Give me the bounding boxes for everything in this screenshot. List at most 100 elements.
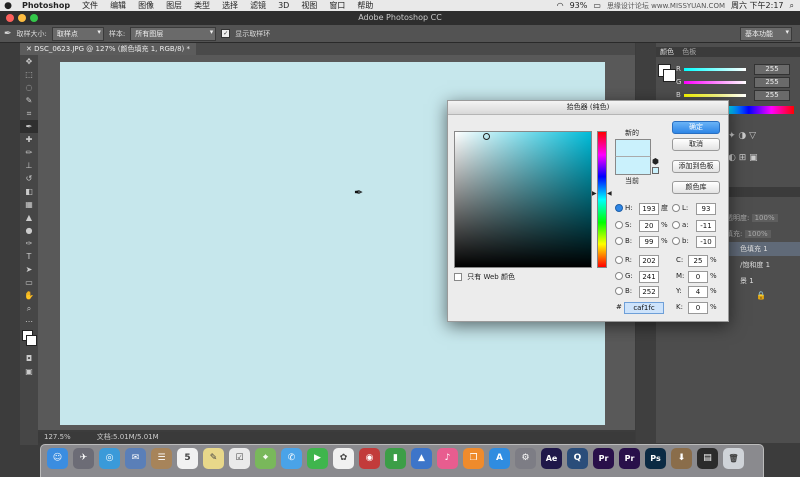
lab-l-input[interactable]: 93 xyxy=(696,203,716,215)
history-brush-icon[interactable]: ↺ xyxy=(20,172,38,185)
lab-b-input[interactable]: -10 xyxy=(696,236,716,248)
mail-icon[interactable]: ✉ xyxy=(125,448,146,469)
menu-type[interactable]: 类型 xyxy=(188,0,216,11)
saturation-radio[interactable] xyxy=(615,221,623,229)
crop-tool-icon[interactable]: ⌗ xyxy=(20,107,38,120)
green-slider[interactable] xyxy=(684,81,746,84)
menu-file[interactable]: 文件 xyxy=(76,0,104,11)
blue-slider[interactable] xyxy=(684,94,746,97)
green-input[interactable]: 241 xyxy=(639,271,659,283)
close-tab-icon[interactable]: ✕ xyxy=(26,45,32,53)
add-to-swatches-button[interactable]: 添加到色板 xyxy=(672,160,720,173)
blue-input[interactable]: 252 xyxy=(639,286,659,298)
green-radio[interactable] xyxy=(615,272,623,280)
apple-icon[interactable]: ● xyxy=(0,1,16,11)
adjustment-icons[interactable]: ✦ ◑ ▽ xyxy=(728,131,756,141)
finder-icon[interactable]: ☺ xyxy=(47,448,68,469)
adjustment-icons-row-2[interactable]: ◐ ⊞ ▣ xyxy=(728,153,758,163)
ok-button[interactable]: 确定 xyxy=(672,121,720,134)
tab-color[interactable]: 颜色 xyxy=(660,48,674,56)
hue-radio[interactable] xyxy=(615,204,623,212)
red-value[interactable]: 255 xyxy=(754,64,790,75)
web-colors-only-row[interactable]: 只有 Web 颜色 xyxy=(454,272,515,282)
color-panel-bg-swatch[interactable] xyxy=(663,69,676,82)
menu-select[interactable]: 选择 xyxy=(216,0,244,11)
black-input[interactable]: 0 xyxy=(688,302,708,314)
yellow-input[interactable]: 4 xyxy=(688,286,708,298)
opacity-value[interactable]: 100% xyxy=(751,214,778,222)
premiere-icon[interactable]: Pr xyxy=(593,448,614,469)
pen-tool-icon[interactable]: ✑ xyxy=(20,237,38,250)
hex-input[interactable]: caf1fc xyxy=(624,302,664,314)
red-input[interactable]: 202 xyxy=(639,255,659,267)
lab-b-radio[interactable] xyxy=(672,237,680,245)
photo-booth-icon[interactable]: ◉ xyxy=(359,448,380,469)
hue-input[interactable]: 193 xyxy=(639,203,659,215)
clone-stamp-icon[interactable]: ⊥ xyxy=(20,159,38,172)
lasso-tool-icon[interactable]: ◌ xyxy=(20,81,38,94)
wifi-icon[interactable]: ◠ xyxy=(557,1,564,10)
menu-app-name[interactable]: Photoshop xyxy=(16,1,76,10)
menu-image[interactable]: 图像 xyxy=(132,0,160,11)
cancel-button[interactable]: 取消 xyxy=(672,138,720,151)
gradient-tool-icon[interactable]: ▦ xyxy=(20,198,38,211)
zoom-level[interactable]: 127.5% xyxy=(44,432,71,443)
menu-filter[interactable]: 滤镜 xyxy=(244,0,272,11)
extra-tools-icon[interactable]: ⋯ xyxy=(20,315,38,328)
menu-help[interactable]: 帮助 xyxy=(351,0,379,11)
fill-value[interactable]: 100% xyxy=(744,230,771,238)
sample-layers-select[interactable]: 所有图层 xyxy=(130,26,217,41)
color-swatches[interactable] xyxy=(20,328,38,352)
document-tab[interactable]: ✕ DSC_0623.JPG @ 127% (颜色填充 1, RGB/8) * xyxy=(20,43,196,55)
zoom-tool-icon[interactable]: ⌕ xyxy=(20,302,38,315)
downloads-icon[interactable]: ⬇ xyxy=(671,448,692,469)
battery-percent[interactable]: 93% xyxy=(570,1,588,10)
quick-mask-icon[interactable]: ◘ xyxy=(20,352,38,365)
shape-tool-icon[interactable]: ▭ xyxy=(20,276,38,289)
trash-icon[interactable]: 🗑 xyxy=(723,448,744,469)
contacts-icon[interactable]: ☰ xyxy=(151,448,172,469)
screen-mode-icon[interactable]: ▣ xyxy=(20,365,38,378)
green-value[interactable]: 255 xyxy=(754,77,790,88)
web-colors-only-checkbox[interactable] xyxy=(454,273,462,281)
lab-l-radio[interactable] xyxy=(672,204,680,212)
saturation-input[interactable]: 20 xyxy=(639,220,659,232)
red-slider[interactable] xyxy=(684,68,746,71)
quick-select-tool-icon[interactable]: ✎ xyxy=(20,94,38,107)
healing-brush-icon[interactable]: ✚ xyxy=(20,133,38,146)
path-select-icon[interactable]: ➤ xyxy=(20,263,38,276)
color-libraries-button[interactable]: 颜色库 xyxy=(672,181,720,194)
eraser-tool-icon[interactable]: ◧ xyxy=(20,185,38,198)
tab-swatches[interactable]: 色板 xyxy=(682,48,696,56)
after-effects-icon[interactable]: Ae xyxy=(541,448,562,469)
saturation-brightness-field[interactable] xyxy=(454,131,592,268)
hue-slider-right-arrow-icon[interactable]: ◀ xyxy=(607,190,612,197)
current-color-swatch[interactable] xyxy=(615,156,651,175)
facetime-icon[interactable]: ▶ xyxy=(307,448,328,469)
itunes-icon[interactable]: ♪ xyxy=(437,448,458,469)
clock[interactable]: 周六 下午2:17 xyxy=(731,0,784,11)
type-tool-icon[interactable]: T xyxy=(20,250,38,263)
menu-view[interactable]: 视图 xyxy=(295,0,323,11)
launchpad-icon[interactable]: ✈ xyxy=(73,448,94,469)
ibooks-icon[interactable]: ❐ xyxy=(463,448,484,469)
red-radio[interactable] xyxy=(615,256,623,264)
maps-icon[interactable]: ⌖ xyxy=(255,448,276,469)
eyedropper-tool-icon[interactable]: ✒ xyxy=(4,29,12,39)
blue-radio[interactable] xyxy=(615,287,623,295)
move-tool-icon[interactable]: ✥ xyxy=(20,55,38,68)
magenta-input[interactable]: 0 xyxy=(688,271,708,283)
premiere-alt-icon[interactable]: Pr xyxy=(619,448,640,469)
quicktime-icon[interactable]: Q xyxy=(567,448,588,469)
photos-icon[interactable]: ✿ xyxy=(333,448,354,469)
sample-size-select[interactable]: 取样点 xyxy=(51,26,104,41)
numbers-icon[interactable]: ▮ xyxy=(385,448,406,469)
hand-tool-icon[interactable]: ✋ xyxy=(20,289,38,302)
system-preferences-icon[interactable]: ⚙ xyxy=(515,448,536,469)
show-ring-checkbox[interactable]: ✓ xyxy=(221,29,231,38)
dodge-tool-icon[interactable]: ● xyxy=(20,224,38,237)
cyan-input[interactable]: 25 xyxy=(688,255,708,267)
notes-icon[interactable]: ✎ xyxy=(203,448,224,469)
app-store-icon[interactable]: A xyxy=(489,448,510,469)
lab-a-radio[interactable] xyxy=(672,221,680,229)
